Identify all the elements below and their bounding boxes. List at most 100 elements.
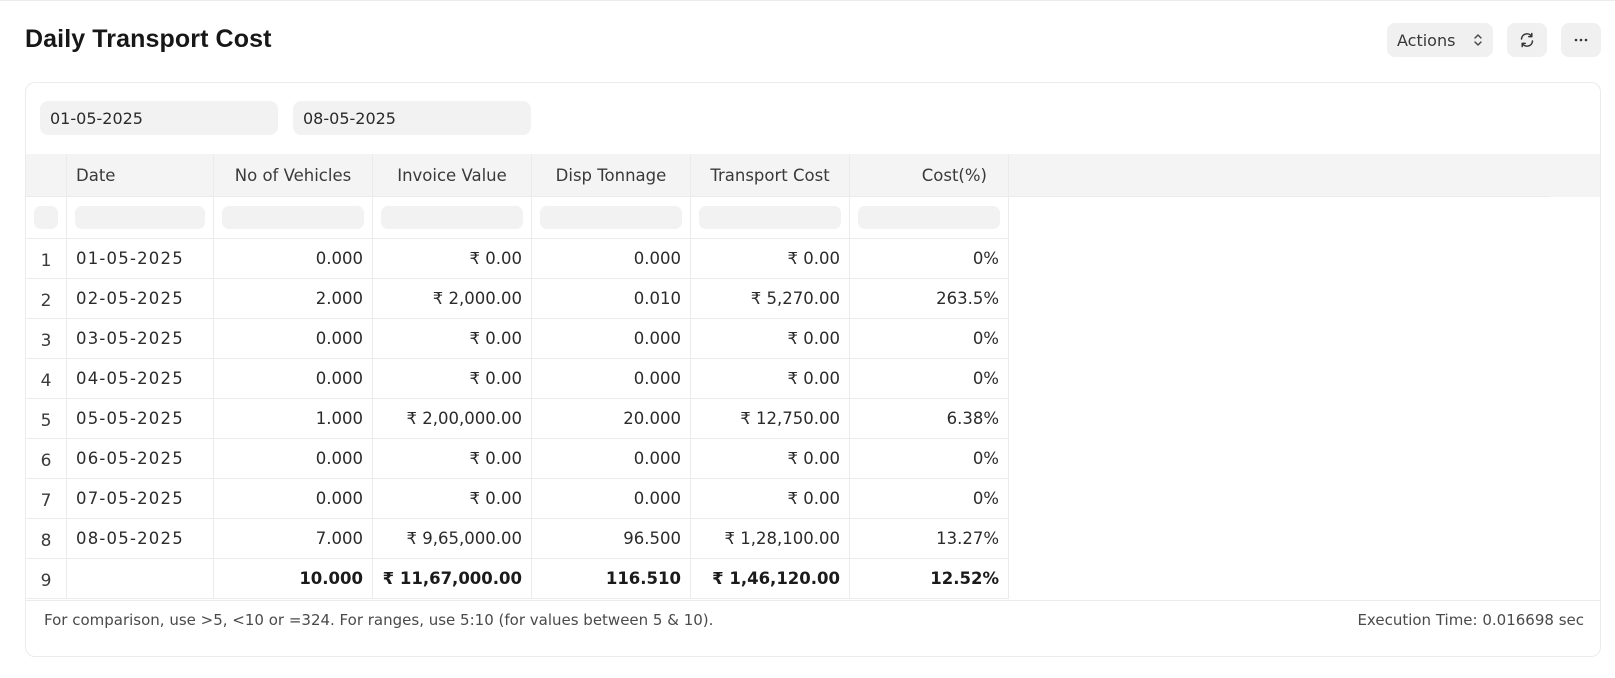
- tonnage-cell[interactable]: 0.000: [532, 359, 691, 399]
- cost-pct-column-filter[interactable]: [858, 206, 1000, 229]
- date-cell[interactable]: 07-05-2025: [67, 479, 214, 519]
- cost-pct-cell[interactable]: 12.52%: [850, 559, 1009, 599]
- vehicles-cell[interactable]: 10.000: [214, 559, 373, 599]
- cost-pct-cell[interactable]: 0%: [850, 439, 1009, 479]
- date-cell[interactable]: 03-05-2025: [67, 319, 214, 359]
- transport-cost-cell[interactable]: ₹ 0.00: [691, 319, 850, 359]
- invoice-column-filter[interactable]: [381, 206, 523, 229]
- table-row[interactable]: 2 02-05-2025 2.000 ₹ 2,000.00 0.010 ₹ 5,270.0…: [26, 279, 1600, 319]
- from-date-input[interactable]: [40, 101, 278, 135]
- column-header-vehicles[interactable]: No of Vehicles: [214, 154, 373, 197]
- table-row[interactable]: 1 01-05-2025 0.000 ₹ 0.00 0.000 ₹ 0.00 0%: [26, 239, 1600, 279]
- vehicles-cell[interactable]: 0.000: [214, 479, 373, 519]
- table-row[interactable]: 3 03-05-2025 0.000 ₹ 0.00 0.000 ₹ 0.00 0%: [26, 319, 1600, 359]
- table-row[interactable]: 7 07-05-2025 0.000 ₹ 0.00 0.000 ₹ 0.00 0%: [26, 479, 1600, 519]
- transport-cost-cell[interactable]: ₹ 1,46,120.00: [691, 559, 850, 599]
- table-header: Date No of Vehicles Invoice Value Disp T…: [26, 154, 1600, 197]
- date-cell[interactable]: 05-05-2025: [67, 399, 214, 439]
- filter-help-text: For comparison, use >5, <10 or =324. For…: [44, 611, 714, 629]
- invoice-cell[interactable]: ₹ 9,65,000.00: [373, 519, 532, 559]
- invoice-cell[interactable]: ₹ 2,000.00: [373, 279, 532, 319]
- filter-cell-checkbox: [26, 197, 67, 239]
- report-footer: For comparison, use >5, <10 or =324. For…: [26, 600, 1600, 639]
- vehicles-cell[interactable]: 0.000: [214, 239, 373, 279]
- toolbar: Actions: [1387, 23, 1601, 57]
- tonnage-cell[interactable]: 116.510: [532, 559, 691, 599]
- row-filler: [1009, 479, 1600, 519]
- row-number: 2: [26, 279, 67, 319]
- invoice-cell[interactable]: ₹ 0.00: [373, 359, 532, 399]
- report-filters: [40, 101, 531, 135]
- tonnage-cell[interactable]: 20.000: [532, 399, 691, 439]
- more-options-button[interactable]: [1561, 23, 1601, 57]
- tonnage-cell[interactable]: 0.000: [532, 439, 691, 479]
- transport-column-filter[interactable]: [699, 206, 841, 229]
- tonnage-cell[interactable]: 0.000: [532, 319, 691, 359]
- date-cell[interactable]: 01-05-2025: [67, 239, 214, 279]
- vehicles-column-filter[interactable]: [222, 206, 364, 229]
- cost-pct-cell[interactable]: 0%: [850, 479, 1009, 519]
- row-number: 9: [26, 559, 67, 599]
- transport-cost-cell[interactable]: ₹ 0.00: [691, 239, 850, 279]
- total-row[interactable]: 9 10.000 ₹ 11,67,000.00 116.510 ₹ 1,46,120.0…: [26, 559, 1600, 599]
- date-cell[interactable]: [67, 559, 214, 599]
- vehicles-cell[interactable]: 0.000: [214, 439, 373, 479]
- tonnage-cell[interactable]: 96.500: [532, 519, 691, 559]
- column-header-date[interactable]: Date: [67, 154, 214, 197]
- report-card: Date No of Vehicles Invoice Value Disp T…: [25, 82, 1601, 657]
- transport-cost-cell[interactable]: ₹ 0.00: [691, 479, 850, 519]
- transport-cost-cell[interactable]: ₹ 5,270.00: [691, 279, 850, 319]
- table-row[interactable]: 4 04-05-2025 0.000 ₹ 0.00 0.000 ₹ 0.00 0%: [26, 359, 1600, 399]
- actions-button[interactable]: Actions: [1387, 23, 1493, 57]
- cost-pct-cell[interactable]: 13.27%: [850, 519, 1009, 559]
- transport-cost-cell[interactable]: ₹ 0.00: [691, 359, 850, 399]
- invoice-cell[interactable]: ₹ 0.00: [373, 439, 532, 479]
- row-number: 5: [26, 399, 67, 439]
- vehicles-cell[interactable]: 1.000: [214, 399, 373, 439]
- column-header-tonnage[interactable]: Disp Tonnage: [532, 154, 691, 197]
- refresh-button[interactable]: [1507, 23, 1547, 57]
- cost-pct-cell[interactable]: 6.38%: [850, 399, 1009, 439]
- row-number: 8: [26, 519, 67, 559]
- invoice-cell[interactable]: ₹ 11,67,000.00: [373, 559, 532, 599]
- date-cell[interactable]: 04-05-2025: [67, 359, 214, 399]
- filter-filler: [1009, 197, 1600, 239]
- tonnage-cell[interactable]: 0.000: [532, 239, 691, 279]
- cost-pct-cell[interactable]: 0%: [850, 319, 1009, 359]
- column-header-transport[interactable]: Transport Cost: [691, 154, 850, 197]
- tonnage-column-filter[interactable]: [540, 206, 682, 229]
- row-number: 6: [26, 439, 67, 479]
- date-column-filter[interactable]: [75, 206, 205, 229]
- to-date-input[interactable]: [293, 101, 531, 135]
- date-cell[interactable]: 02-05-2025: [67, 279, 214, 319]
- column-header-invoice[interactable]: Invoice Value: [373, 154, 532, 197]
- column-filter-row: [26, 197, 1600, 239]
- vehicles-cell[interactable]: 0.000: [214, 359, 373, 399]
- tonnage-cell[interactable]: 0.000: [532, 479, 691, 519]
- invoice-cell[interactable]: ₹ 0.00: [373, 479, 532, 519]
- tonnage-cell[interactable]: 0.010: [532, 279, 691, 319]
- actions-button-label: Actions: [1397, 30, 1456, 50]
- cost-pct-cell[interactable]: 0%: [850, 359, 1009, 399]
- vehicles-cell[interactable]: 2.000: [214, 279, 373, 319]
- transport-cost-cell[interactable]: ₹ 1,28,100.00: [691, 519, 850, 559]
- cost-pct-cell[interactable]: 0%: [850, 239, 1009, 279]
- row-filler: [1009, 519, 1600, 559]
- vehicles-cell[interactable]: 0.000: [214, 319, 373, 359]
- table-row[interactable]: 6 06-05-2025 0.000 ₹ 0.00 0.000 ₹ 0.00 0%: [26, 439, 1600, 479]
- vehicles-cell[interactable]: 7.000: [214, 519, 373, 559]
- row-filler: [1009, 559, 1600, 599]
- cost-pct-cell[interactable]: 263.5%: [850, 279, 1009, 319]
- table-row[interactable]: 5 05-05-2025 1.000 ₹ 2,00,000.00 20.000 ₹ 12,…: [26, 399, 1600, 439]
- date-cell[interactable]: 08-05-2025: [67, 519, 214, 559]
- invoice-cell[interactable]: ₹ 0.00: [373, 239, 532, 279]
- row-select-filter[interactable]: [34, 206, 58, 229]
- date-cell[interactable]: 06-05-2025: [67, 439, 214, 479]
- column-header-cost-pct[interactable]: Cost(%): [850, 154, 1009, 197]
- transport-cost-cell[interactable]: ₹ 0.00: [691, 439, 850, 479]
- invoice-cell[interactable]: ₹ 0.00: [373, 319, 532, 359]
- table-row[interactable]: 8 08-05-2025 7.000 ₹ 9,65,000.00 96.500 ₹ 1,2…: [26, 519, 1600, 559]
- transport-cost-cell[interactable]: ₹ 12,750.00: [691, 399, 850, 439]
- row-filler: [1009, 239, 1600, 279]
- invoice-cell[interactable]: ₹ 2,00,000.00: [373, 399, 532, 439]
